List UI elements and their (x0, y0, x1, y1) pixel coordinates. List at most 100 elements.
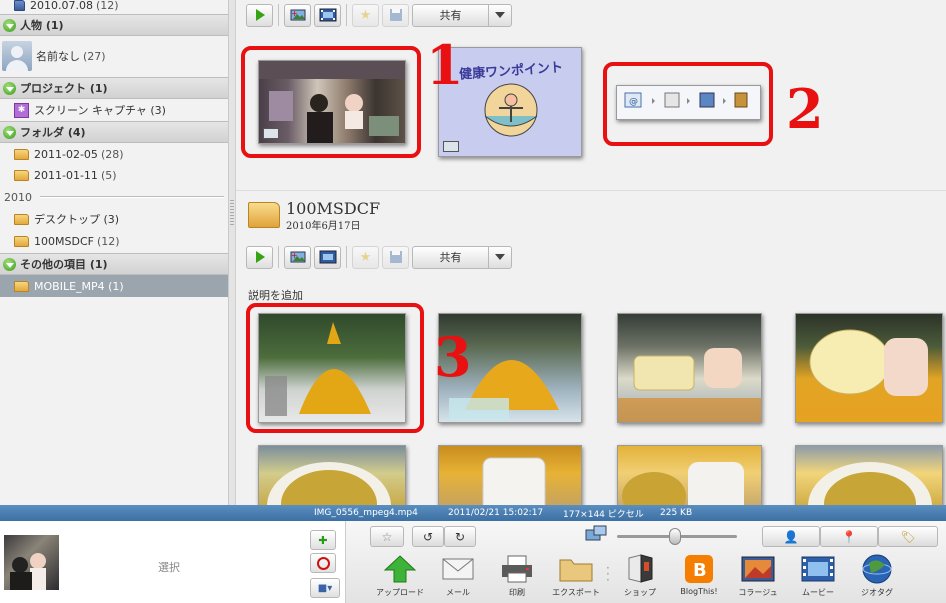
map-pin-icon: 📍 (841, 529, 857, 544)
photo-thumbnail[interactable] (258, 445, 406, 505)
play-icon (256, 9, 265, 21)
annotation-box-2 (603, 62, 773, 146)
status-filename: IMG_0556_mpeg4.mp4 (314, 508, 418, 518)
sidebar-item-screen-capture[interactable]: ✱ スクリーン キャプチャ (3) (0, 99, 228, 121)
album-toolbar: + ★ 共有 (246, 243, 512, 271)
chevron-down-icon[interactable] (488, 245, 512, 269)
expand-arrow-icon[interactable] (3, 18, 16, 32)
photo-content (618, 348, 761, 422)
rotate-left-icon: ↺ (422, 529, 434, 544)
sidebar-item-100msdcf[interactable]: 100MSDCF (12) (0, 230, 228, 252)
slider-knob[interactable] (669, 528, 681, 545)
places-button[interactable]: 📍 (820, 526, 878, 547)
share-dropdown[interactable]: 共有 (412, 245, 512, 269)
sidebar-item-person[interactable]: 名前なし (27) (0, 39, 228, 73)
share-button[interactable]: 共有 (412, 3, 488, 27)
slideshow-button[interactable] (246, 245, 273, 269)
photo-thumbnail[interactable] (438, 445, 582, 505)
email-button[interactable]: メール (428, 553, 488, 598)
photo-content (622, 462, 744, 505)
mail-icon (442, 558, 474, 580)
play-icon (256, 251, 265, 263)
sidebar-item-desktop[interactable]: デスクトップ (3) (0, 208, 228, 230)
floppy-icon (389, 251, 402, 263)
pin-icon: ✚ (318, 533, 328, 547)
annotation-box-3 (246, 303, 424, 433)
film-icon (319, 250, 336, 264)
folder-icon (14, 235, 29, 247)
status-size: 225 KB (660, 508, 693, 518)
star-button[interactable]: ★ (352, 3, 379, 27)
image-plus-icon: + (290, 9, 305, 21)
section-projects[interactable]: プロジェクト (1) (0, 77, 228, 99)
photo-thumbnail[interactable] (617, 313, 762, 423)
rotate-left-button[interactable]: ↺ (412, 526, 444, 547)
section-other-items[interactable]: その他の項目 (1) (0, 253, 228, 275)
folder-icon (14, 169, 29, 181)
chevron-down-icon[interactable] (488, 3, 512, 27)
annotation-number-2: 2 (786, 77, 824, 141)
svg-text:+: + (291, 9, 298, 18)
print-button[interactable]: 印刷 (487, 553, 547, 598)
expand-arrow-icon[interactable] (3, 257, 16, 271)
splitter-grip-icon (230, 200, 234, 226)
upload-button[interactable]: アップロード (370, 553, 430, 598)
star-button[interactable]: ★ (352, 245, 379, 269)
clear-icon (316, 556, 330, 570)
tray-thumbnail[interactable] (4, 535, 59, 590)
sidebar-item-mobile-mp4[interactable]: MOBILE_MP4 (1) (0, 275, 228, 297)
movie-maker-button[interactable] (314, 3, 341, 27)
pin-button[interactable]: ✚ (310, 530, 336, 550)
album-icon (14, 0, 25, 11)
sidebar-item-folder-2011-01-11[interactable]: 2011-01-11 (5) (0, 164, 228, 186)
movie-maker-button[interactable] (314, 245, 341, 269)
album-menu-icon: ■▾ (317, 582, 333, 594)
collage-button[interactable]: コラージュ (728, 553, 788, 598)
folder-icon (14, 148, 29, 160)
share-button[interactable]: 共有 (412, 245, 488, 269)
svg-text:B: B (693, 560, 707, 581)
annotation-box-1 (241, 46, 421, 158)
blogger-icon: B (685, 555, 713, 583)
rotate-right-button[interactable]: ↻ (444, 526, 476, 547)
folder-icon (559, 559, 593, 582)
expand-arrow-icon[interactable] (3, 125, 16, 139)
album-date: 2010年6月17日 (286, 221, 361, 232)
photo-content (10, 553, 46, 590)
slideshow-button[interactable] (246, 3, 273, 27)
add-to-tray-button[interactable]: + (284, 245, 311, 269)
share-dropdown[interactable]: 共有 (412, 3, 512, 27)
photo-thumbnail[interactable] (617, 445, 762, 505)
sidebar-item-folder-2011-02-05[interactable]: 2011-02-05 (28) (0, 143, 228, 165)
status-dimensions: 177×144 ピクセル (563, 509, 644, 520)
photo-thumbnail[interactable] (795, 313, 943, 423)
clear-tray-button[interactable] (310, 553, 336, 573)
star-icon: ★ (359, 7, 372, 23)
tray-menu-button[interactable]: ■▾ (310, 578, 340, 598)
export-button[interactable]: エクスポート (546, 553, 606, 598)
expand-arrow-icon[interactable] (3, 81, 16, 95)
printer-icon (502, 555, 532, 583)
add-to-tray-button[interactable]: + (284, 3, 311, 27)
photo-content (482, 457, 546, 505)
shop-button[interactable]: ショップ (610, 553, 670, 598)
save-button[interactable] (382, 245, 409, 269)
geotag-button[interactable]: ジオタグ (847, 553, 907, 598)
star-button[interactable]: ☆ (370, 526, 404, 547)
bottom-panel: 選択 ✚ ■▾ ☆ ↺ ↻ 👤 📍 🏷 アップロード メール 印刷 エクスポート… (0, 521, 946, 603)
section-folders[interactable]: フォルダ (4) (0, 121, 228, 143)
person-icon: 👤 (783, 529, 799, 544)
save-button[interactable] (382, 3, 409, 27)
blogthis-button[interactable]: B BlogThis! (669, 553, 729, 596)
section-people[interactable]: 人物 (1) (0, 14, 228, 36)
photo-thumbnail[interactable] (795, 445, 943, 505)
person-avatar (2, 41, 32, 71)
people-button[interactable]: 👤 (762, 526, 820, 547)
video-badge-icon (443, 141, 459, 152)
movie-button[interactable]: ムービー (788, 553, 848, 598)
add-description-link[interactable]: 説明を追加 (248, 287, 303, 303)
photo-content (267, 462, 391, 505)
sidebar-splitter[interactable] (229, 0, 236, 505)
film-icon (319, 8, 336, 22)
tags-button[interactable]: 🏷 (878, 526, 938, 547)
